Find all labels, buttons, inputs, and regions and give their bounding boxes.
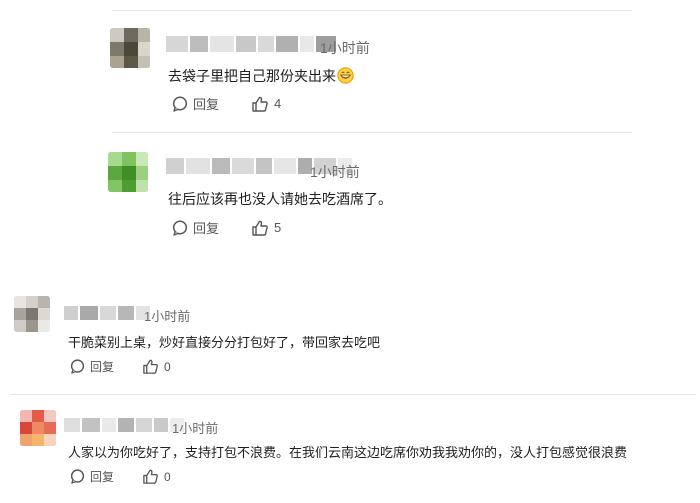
thumbs-up-icon <box>251 95 269 113</box>
comment-actions: 回复 0 <box>70 468 171 485</box>
avatar[interactable] <box>20 410 56 446</box>
like-button[interactable]: 0 <box>142 358 171 375</box>
comment-text: 去袋子里把自己那份夹出来 <box>168 66 354 87</box>
username-blurred[interactable] <box>64 418 184 432</box>
reply-bubble-icon <box>70 359 85 374</box>
comment-1: 1小时前 去袋子里把自己那份夹出来 回复 4 <box>0 0 700 130</box>
avatar[interactable] <box>110 28 150 68</box>
comment-time: 1小时前 <box>310 164 360 180</box>
divider <box>10 394 696 395</box>
comment-text: 往后应该再也没人请她去吃酒席了。 <box>168 191 392 207</box>
reply-bubble-icon <box>172 219 188 236</box>
reply-button[interactable]: 回复 <box>172 218 219 237</box>
comment-3: 1小时前 干脆菜别上桌，炒好直接分分打包好了，带回家去吃吧 回复 0 <box>0 290 700 390</box>
comment-actions: 回复 4 <box>172 94 281 113</box>
reply-label: 回复 <box>193 221 220 236</box>
reply-label: 回复 <box>193 97 220 112</box>
thumbs-up-icon <box>251 219 269 237</box>
username-blurred[interactable] <box>166 36 336 52</box>
like-button[interactable]: 5 <box>251 219 281 237</box>
comment-2: 1小时前 往后应该再也没人请她去吃酒席了。 回复 5 <box>0 132 700 260</box>
comment-actions: 回复 5 <box>172 218 281 237</box>
avatar[interactable] <box>108 152 148 192</box>
reply-label: 回复 <box>90 470 115 484</box>
like-count: 0 <box>164 469 171 484</box>
reply-button[interactable]: 回复 <box>172 94 219 113</box>
reply-button[interactable]: 回复 <box>70 468 114 485</box>
grinning-face-icon <box>337 67 354 87</box>
username-blurred[interactable] <box>64 306 150 320</box>
thumbs-up-icon <box>142 468 159 485</box>
comment-time: 1小时前 <box>172 421 219 436</box>
like-button[interactable]: 4 <box>251 95 281 113</box>
reply-label: 回复 <box>90 360 115 374</box>
reply-bubble-icon <box>70 469 85 484</box>
comment-4: 1小时前 人家以为你吃好了，支持打包不浪费。在我们云南这边吃席你劝我我劝你的，没… <box>0 400 700 503</box>
thumbs-up-icon <box>142 358 159 375</box>
comment-text-content: 去袋子里把自己那份夹出来 <box>168 68 336 84</box>
comment-actions: 回复 0 <box>70 358 171 375</box>
comment-time: 1小时前 <box>320 40 370 56</box>
reply-button[interactable]: 回复 <box>70 358 114 375</box>
like-count: 4 <box>274 96 282 111</box>
avatar[interactable] <box>14 296 50 332</box>
like-count: 0 <box>164 359 171 374</box>
like-button[interactable]: 0 <box>142 468 171 485</box>
comment-time: 1小时前 <box>144 309 191 324</box>
comment-text: 干脆菜别上桌，炒好直接分分打包好了，带回家去吃吧 <box>68 335 381 350</box>
like-count: 5 <box>274 220 282 235</box>
reply-bubble-icon <box>172 95 188 112</box>
comment-text: 人家以为你吃好了，支持打包不浪费。在我们云南这边吃席你劝我我劝你的，没人打包感觉… <box>68 445 628 460</box>
